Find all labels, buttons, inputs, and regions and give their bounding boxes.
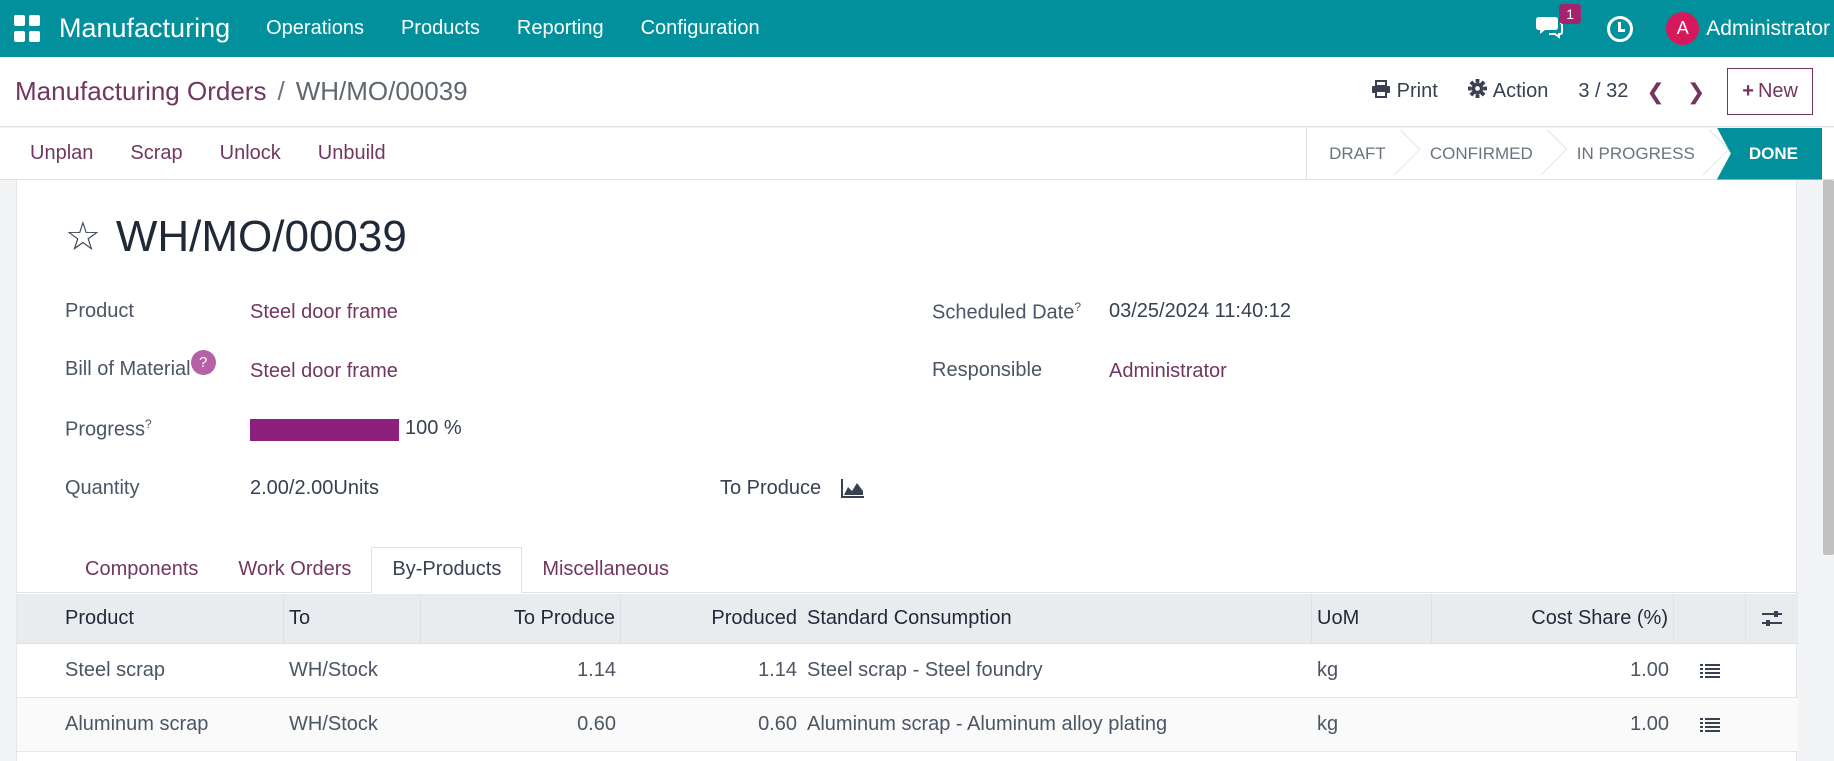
menu-products[interactable]: Products bbox=[401, 17, 480, 40]
stage-pipeline: DRAFT CONFIRMED IN PROGRESS DONE bbox=[1306, 127, 1822, 180]
bom-label: Bill of Material? bbox=[65, 350, 216, 383]
print-label: Print bbox=[1396, 80, 1438, 102]
menu-configuration[interactable]: Configuration bbox=[641, 17, 760, 40]
scheduled-date-help[interactable]: ? bbox=[1074, 300, 1081, 314]
col-to-produce[interactable]: To Produce bbox=[421, 594, 621, 643]
table-row[interactable]: Aluminum scrap WH/Stock 0.60 0.60 Alumin… bbox=[17, 698, 1798, 752]
scrollbar[interactable] bbox=[1823, 180, 1834, 555]
pager-previous-icon[interactable]: ❮ bbox=[1646, 79, 1664, 105]
stage-done[interactable]: DONE bbox=[1716, 127, 1822, 180]
col-to[interactable]: To bbox=[284, 594, 421, 643]
print-button[interactable]: Print bbox=[1371, 79, 1438, 104]
bom-value[interactable]: Steel door frame bbox=[250, 360, 398, 383]
activity-clock-icon[interactable] bbox=[1607, 15, 1634, 42]
action-label: Action bbox=[1492, 80, 1549, 102]
cell-to-produce[interactable]: 0.60 bbox=[421, 698, 621, 751]
menu-reporting[interactable]: Reporting bbox=[517, 17, 604, 40]
new-label: New bbox=[1757, 80, 1798, 102]
stage-in-progress[interactable]: IN PROGRESS bbox=[1555, 128, 1717, 180]
cell-product[interactable]: Aluminum scrap bbox=[17, 698, 284, 751]
col-standard-consumption[interactable]: Standard Consumption bbox=[802, 594, 1312, 643]
product-label: Product bbox=[65, 300, 134, 322]
table-header: Product To To Produce Produced Standard … bbox=[17, 594, 1798, 644]
chat-badge: 1 bbox=[1559, 3, 1582, 24]
apps-menu-icon[interactable] bbox=[14, 14, 42, 43]
gear-icon bbox=[1467, 79, 1487, 104]
tab-miscellaneous[interactable]: Miscellaneous bbox=[522, 546, 689, 592]
by-products-table: Product To To Produce Produced Standard … bbox=[17, 594, 1798, 752]
quantity-value[interactable]: 2.00/2.00Units bbox=[250, 477, 379, 500]
cell-to[interactable]: WH/Stock bbox=[284, 644, 421, 697]
breadcrumb-manufacturing-orders[interactable]: Manufacturing Orders bbox=[15, 76, 266, 107]
to-produce-label: To Produce bbox=[720, 477, 822, 499]
cell-produced[interactable]: 0.60 bbox=[621, 698, 802, 751]
bom-label-text: Bill of Material bbox=[65, 358, 191, 380]
scheduled-date-label-text: Scheduled Date bbox=[932, 301, 1075, 324]
col-actions bbox=[1674, 594, 1746, 643]
favorite-star-icon[interactable]: ☆ bbox=[65, 217, 101, 257]
unplan-button[interactable]: Unplan bbox=[30, 142, 93, 165]
tab-by-products[interactable]: By-Products bbox=[371, 547, 523, 593]
row-spacer bbox=[1746, 644, 1798, 697]
user-name[interactable]: Administrator bbox=[1706, 17, 1830, 41]
progress-label: Progress? bbox=[65, 417, 152, 442]
tab-components[interactable]: Components bbox=[65, 546, 218, 592]
action-button[interactable]: Action bbox=[1467, 79, 1549, 104]
scrap-button[interactable]: Scrap bbox=[130, 142, 182, 165]
quantity-label: Quantity bbox=[65, 477, 140, 499]
control-panel: Manufacturing Orders / WH/MO/00039 Print… bbox=[0, 57, 1834, 127]
detailed-operations-icon[interactable] bbox=[1674, 698, 1746, 751]
unlock-button[interactable]: Unlock bbox=[220, 142, 281, 165]
statusbar: Unplan Scrap Unlock Unbuild DRAFT CONFIR… bbox=[0, 127, 1834, 180]
record-title: WH/MO/00039 bbox=[115, 212, 407, 261]
product-value[interactable]: Steel door frame bbox=[250, 301, 398, 324]
breadcrumb-current: WH/MO/00039 bbox=[295, 76, 468, 106]
table-row[interactable]: Steel scrap WH/Stock 1.14 1.14 Steel scr… bbox=[17, 644, 1798, 698]
area-chart-icon[interactable] bbox=[841, 478, 865, 498]
cell-standard-consumption[interactable]: Aluminum scrap - Aluminum alloy plating bbox=[802, 698, 1312, 751]
avatar[interactable]: A bbox=[1666, 12, 1700, 45]
stage-confirmed[interactable]: CONFIRMED bbox=[1408, 128, 1555, 180]
tab-work-orders[interactable]: Work Orders bbox=[218, 546, 371, 592]
top-navbar: Manufacturing Operations Products Report… bbox=[0, 0, 1834, 57]
col-produced[interactable]: Produced bbox=[621, 594, 802, 643]
print-icon bbox=[1371, 79, 1391, 104]
cell-produced[interactable]: 1.14 bbox=[621, 644, 802, 697]
cell-product[interactable]: Steel scrap bbox=[17, 644, 284, 697]
row-spacer bbox=[1746, 698, 1798, 751]
pager-next-icon[interactable]: ❯ bbox=[1687, 79, 1705, 105]
cell-cost-share[interactable]: 1.00 bbox=[1432, 644, 1674, 697]
cell-standard-consumption[interactable]: Steel scrap - Steel foundry bbox=[802, 644, 1312, 697]
stage-draft[interactable]: DRAFT bbox=[1307, 128, 1408, 180]
progress-help[interactable]: ? bbox=[145, 417, 152, 431]
cell-cost-share[interactable]: 1.00 bbox=[1432, 698, 1674, 751]
detailed-operations-icon[interactable] bbox=[1674, 644, 1746, 697]
responsible-label: Responsible bbox=[932, 359, 1043, 381]
breadcrumb-separator: / bbox=[277, 76, 285, 106]
app-name[interactable]: Manufacturing bbox=[59, 13, 230, 44]
col-product[interactable]: Product bbox=[17, 594, 284, 643]
responsible-value[interactable]: Administrator bbox=[1109, 360, 1227, 383]
form-sheet: ☆ WH/MO/00039 Product Steel door frame B… bbox=[16, 180, 1798, 761]
progress-label-text: Progress bbox=[65, 418, 146, 441]
cell-to[interactable]: WH/Stock bbox=[284, 698, 421, 751]
pager-value[interactable]: 3 / 32 bbox=[1578, 80, 1628, 103]
scheduled-date-label: Scheduled Date? bbox=[932, 300, 1081, 325]
help-icon[interactable]: ? bbox=[190, 350, 216, 375]
progress-bar bbox=[250, 419, 399, 441]
cell-uom[interactable]: kg bbox=[1312, 644, 1432, 697]
chat-icon[interactable]: 1 bbox=[1535, 3, 1582, 44]
progress-text: 100 % bbox=[405, 417, 462, 439]
plus-icon: + bbox=[1742, 80, 1754, 102]
col-uom[interactable]: UoM bbox=[1312, 594, 1432, 643]
col-cost-share[interactable]: Cost Share (%) bbox=[1432, 594, 1674, 643]
cell-uom[interactable]: kg bbox=[1312, 698, 1432, 751]
new-button[interactable]: + New bbox=[1727, 68, 1813, 115]
notebook-tabs: Components Work Orders By-Products Misce… bbox=[17, 547, 1798, 593]
scheduled-date-value[interactable]: 03/25/2024 11:40:12 bbox=[1109, 300, 1291, 323]
cell-to-produce[interactable]: 1.14 bbox=[421, 644, 621, 697]
optional-columns-icon[interactable] bbox=[1746, 594, 1798, 643]
unbuild-button[interactable]: Unbuild bbox=[318, 142, 386, 165]
menu-operations[interactable]: Operations bbox=[266, 17, 364, 40]
